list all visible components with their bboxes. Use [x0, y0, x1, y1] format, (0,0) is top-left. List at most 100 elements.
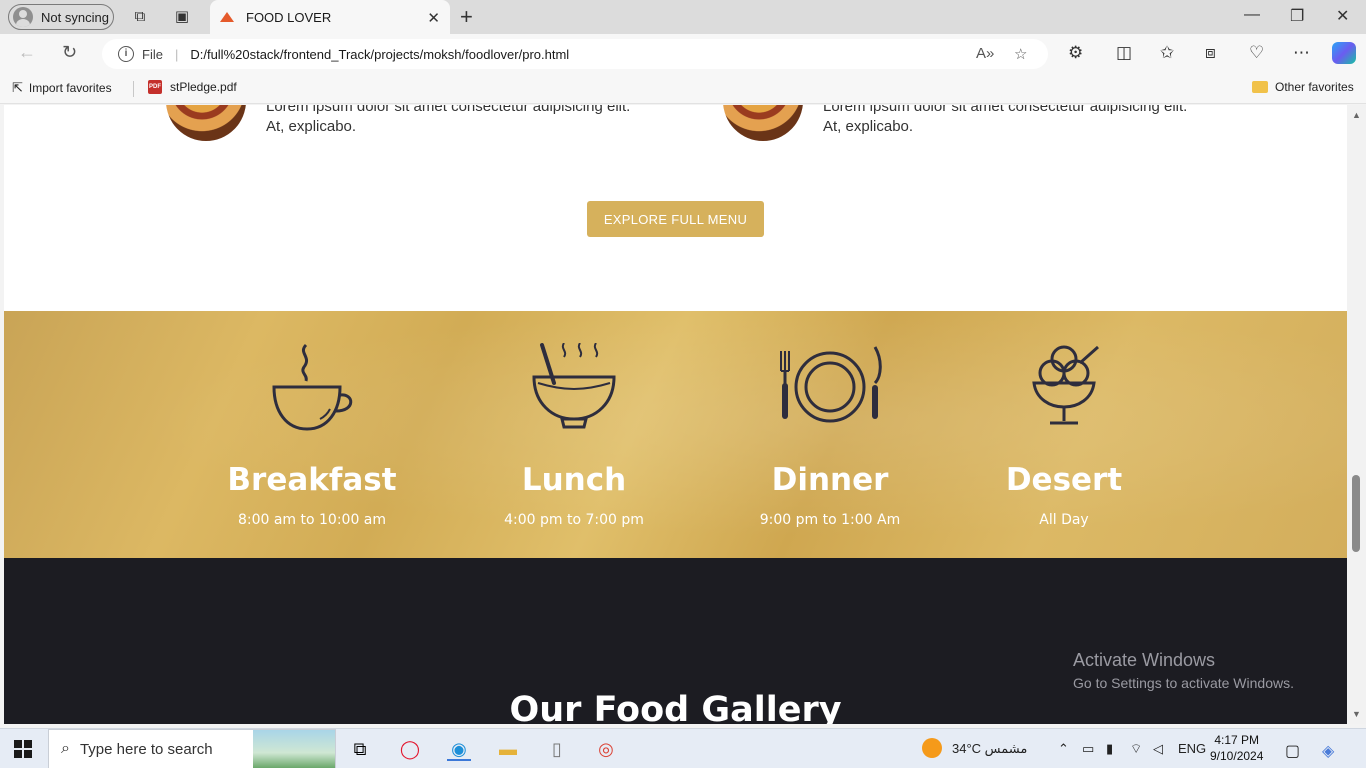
wifi-icon[interactable]: ⌔ [1130, 741, 1142, 757]
meal-times-section: Breakfast 8:00 am to 10:00 am Lunch 4:00… [4, 311, 1347, 558]
notifications-icon[interactable]: ▢ [1285, 741, 1300, 761]
more-menu-icon[interactable]: ⋯ [1293, 43, 1310, 63]
plate-cutlery-icon [780, 346, 882, 423]
meal-dinner: Dinner 9:00 pm to 1:00 Am [740, 343, 920, 528]
meet-now-icon[interactable]: ▭ [1082, 741, 1094, 757]
activate-title: Activate Windows [1073, 650, 1216, 670]
page-scrollbar[interactable]: ▲ ▼ [1347, 105, 1366, 724]
battery-icon[interactable]: ▮ [1106, 741, 1113, 757]
activate-windows-watermark: Activate Windows Go to Settings to activ… [1073, 650, 1294, 691]
coffee-cup-icon [272, 343, 353, 431]
clock-time: 4:17 PM [1214, 733, 1260, 747]
clock-date: 9/10/2024 [1210, 749, 1264, 763]
address-bar[interactable]: i File | D:/full%20stack/frontend_Track/… [102, 39, 1048, 69]
language-indicator[interactable]: ENG [1178, 741, 1206, 756]
back-icon[interactable]: ← [18, 42, 36, 63]
weather-text[interactable]: 34°C مشمس [952, 741, 1027, 757]
favorites-bar: ⇱ Import favorites PDF stPledge.pdf Othe… [0, 72, 1366, 104]
search-highlight-image [253, 730, 335, 768]
copilot-taskbar-icon[interactable]: ◈ [1322, 741, 1334, 761]
profile-label: Not syncing [41, 9, 109, 25]
meal-time: 9:00 pm to 1:00 Am [759, 512, 901, 528]
new-tab-button[interactable]: + [460, 4, 473, 30]
extensions-icon[interactable]: ⚙ [1068, 43, 1083, 63]
import-favorites-link[interactable]: ⇱ Import favorites [12, 80, 112, 96]
avatar-icon [13, 7, 33, 27]
info-icon[interactable]: i [118, 46, 134, 62]
soup-bowl-icon [532, 342, 616, 429]
meal-name: Breakfast [227, 462, 397, 498]
meal-name: Lunch [521, 462, 627, 498]
gallery-section: Activate Windows Go to Settings to activ… [4, 558, 1347, 724]
task-view-icon[interactable]: ⧉ [348, 737, 372, 761]
file-explorer-icon[interactable]: ▬ [496, 737, 520, 761]
navigation-bar: ← ↻ i File | D:/full%20stack/frontend_Tr… [0, 34, 1366, 72]
favorites-icon[interactable]: ✩ [1160, 43, 1174, 63]
copilot-icon[interactable] [1332, 42, 1356, 64]
import-favorites-label: Import favorites [28, 81, 112, 95]
pdf-favorite-label: stPledge.pdf [170, 80, 237, 94]
menu-item-description: Lorem ipsum dolor sit amet consectetur a… [823, 105, 1188, 135]
page-viewport: Lorem ipsum dolor sit amet consectetur a… [4, 105, 1347, 724]
taskbar-clock[interactable]: 4:17 PM 9/10/2024 [1210, 732, 1263, 764]
pizza-image [723, 105, 803, 141]
meal-name: Dinner [771, 462, 889, 498]
import-icon: ⇱ [12, 80, 23, 95]
close-tab-icon[interactable]: ✕ [427, 9, 440, 27]
windows-taskbar: ⌕ Type here to search ⧉ ◯ ◉ ▬ ▯ ◎ 34°C م… [0, 728, 1366, 768]
taskbar-search[interactable]: ⌕ Type here to search [48, 729, 336, 768]
search-icon: ⌕ [61, 740, 70, 757]
favorite-star-icon[interactable]: ☆ [1014, 45, 1027, 63]
restore-icon[interactable]: ❐ [1290, 6, 1304, 26]
file-label: File [142, 46, 163, 62]
scroll-thumb[interactable] [1352, 475, 1360, 552]
split-screen-icon[interactable]: ◫ [1116, 43, 1132, 63]
meal-lunch: Lunch 4:00 pm to 7:00 pm [484, 342, 664, 528]
menu-item-description: Lorem ipsum dolor sit amet consectetur a… [266, 105, 631, 135]
tab-actions-icon[interactable]: ▣ [172, 7, 192, 27]
meal-time: 4:00 pm to 7:00 pm [504, 512, 644, 528]
tab-strip: Not syncing ⧉ ▣ FOOD LOVER ✕ + — ❐ ✕ [0, 0, 1366, 34]
collections-icon[interactable]: ⧈ [1205, 43, 1216, 63]
meal-breakfast: Breakfast 8:00 am to 10:00 am [222, 343, 402, 528]
other-favorites-label: Other favorites [1275, 80, 1354, 94]
gallery-title: Our Food Gallery [509, 690, 842, 724]
pdf-favorite-link[interactable]: PDF stPledge.pdf [148, 80, 237, 94]
address-separator: | [174, 46, 179, 62]
opera-icon[interactable]: ◯ [398, 737, 422, 761]
volume-icon[interactable]: ◁ [1153, 741, 1163, 757]
profile-button[interactable]: Not syncing [8, 4, 114, 30]
meal-time: 8:00 am to 10:00 am [237, 512, 387, 528]
start-icon[interactable] [14, 740, 32, 758]
menu-item: Lorem ipsum dolor sit amet consectetur a… [723, 105, 1203, 141]
activate-subtitle: Go to Settings to activate Windows. [1073, 675, 1294, 691]
notepad-icon[interactable]: ▯ [545, 737, 569, 761]
meal-name: Desert [1005, 462, 1123, 498]
other-favorites-link[interactable]: Other favorites [1252, 80, 1354, 94]
pdf-icon: PDF [148, 80, 162, 94]
edge-icon[interactable]: ◉ [447, 737, 471, 761]
site-favicon-icon [220, 12, 234, 22]
workspaces-icon[interactable]: ⧉ [130, 7, 150, 27]
close-window-icon[interactable]: ✕ [1336, 6, 1349, 26]
show-hidden-icons[interactable]: ⌃ [1058, 741, 1069, 757]
minimize-icon[interactable]: — [1244, 6, 1260, 24]
address-text[interactable]: D:/full%20stack/frontend_Track/projects/… [190, 47, 569, 62]
favorites-divider [133, 81, 134, 97]
weather-icon[interactable] [922, 738, 942, 758]
menu-item: Lorem ipsum dolor sit amet consectetur a… [166, 105, 646, 141]
scroll-up-icon[interactable]: ▲ [1352, 110, 1361, 120]
explore-full-menu-button[interactable]: EXPLORE FULL MENU [587, 201, 764, 237]
tab-title: FOOD LOVER [246, 9, 332, 25]
pizza-image [166, 105, 246, 141]
folder-icon [1252, 81, 1268, 93]
refresh-icon[interactable]: ↻ [62, 42, 77, 63]
tab-food-lover[interactable]: FOOD LOVER ✕ [210, 0, 450, 34]
ice-cream-icon [1032, 345, 1099, 425]
browser-essentials-icon[interactable]: ♡ [1249, 43, 1264, 63]
meal-desert: Desert All Day [974, 343, 1154, 528]
scroll-down-icon[interactable]: ▼ [1352, 709, 1361, 719]
chrome-icon[interactable]: ◎ [594, 737, 618, 761]
search-placeholder: Type here to search [79, 740, 213, 758]
read-aloud-icon[interactable]: A» [976, 45, 994, 62]
